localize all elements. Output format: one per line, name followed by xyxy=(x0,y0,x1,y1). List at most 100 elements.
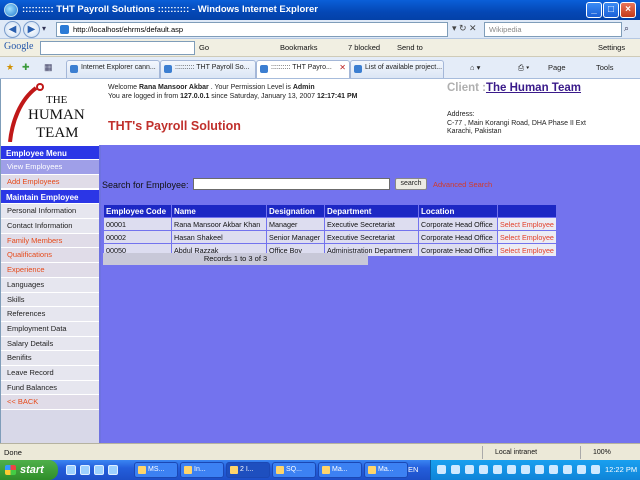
tab-bar: ★ ✚ ▦ Internet Explorer cann... ::::::::… xyxy=(0,57,640,79)
sidebar-item-references[interactable]: References xyxy=(1,307,99,322)
window-titlebar: :::::::::: THT Payroll Solutions :::::::… xyxy=(0,0,640,20)
quicklaunch-ie-icon[interactable] xyxy=(66,465,76,475)
history-dropdown-icon[interactable]: ▾ xyxy=(42,24,46,33)
sidebar-item-back[interactable]: << BACK xyxy=(1,395,99,410)
cell-name: Rana Mansoor Akbar Khan xyxy=(172,218,266,230)
send-to-button[interactable]: Send to xyxy=(397,43,423,52)
sidebar-item-leave-record[interactable]: Leave Record xyxy=(1,365,99,381)
refresh-icon[interactable]: ▾ ↻ ✕ xyxy=(452,23,477,34)
logo-text-the: THE xyxy=(46,94,68,106)
task-button-ms[interactable]: MS... xyxy=(134,462,178,478)
col-employee-code: Employee Code xyxy=(104,205,171,217)
tab-label: :::::::::: THT Payroll So... xyxy=(175,64,250,71)
sidebar-item-experience[interactable]: Experience xyxy=(1,263,99,278)
search-field[interactable]: Wikipedia xyxy=(484,22,622,37)
quicklaunch-desktop-icon[interactable] xyxy=(80,465,90,475)
back-button[interactable]: ◀ xyxy=(4,21,21,38)
tray-update-icon[interactable] xyxy=(479,465,488,474)
sidebar-item-salary-details[interactable]: Salary Details xyxy=(1,336,99,352)
close-window-button[interactable]: × xyxy=(620,2,636,18)
sidebar-item-benifits[interactable]: Benifits xyxy=(1,351,99,366)
start-button[interactable]: start xyxy=(0,460,58,480)
sidebar-item-family-members[interactable]: Family Members xyxy=(1,233,99,249)
sidebar-item-qualifications[interactable]: Qualifications xyxy=(1,248,99,264)
sidebar-item-employment-data[interactable]: Employment Data xyxy=(1,321,99,337)
home-icon[interactable]: ⌂ ▾ xyxy=(470,63,480,72)
sidebar-item-personal-information[interactable]: Personal Information xyxy=(1,204,99,220)
tray-display-icon[interactable] xyxy=(549,465,558,474)
add-favorites-icon[interactable]: ✚ xyxy=(22,62,30,73)
task-button-sql[interactable]: SQ... xyxy=(272,462,316,478)
window-title: :::::::::: THT Payroll Solutions :::::::… xyxy=(22,4,318,15)
tab-ie-cannot[interactable]: Internet Explorer cann... xyxy=(66,60,160,78)
security-zone[interactable]: Local intranet xyxy=(482,446,562,459)
quicklaunch-explorer-icon[interactable] xyxy=(94,465,104,475)
employee-search-input[interactable] xyxy=(193,178,390,190)
search-button[interactable]: search xyxy=(395,178,427,190)
client-name-link[interactable]: The Human Team xyxy=(486,82,581,94)
cell-location: Corporate Head Office xyxy=(419,244,497,256)
tray-network-icon[interactable] xyxy=(437,465,446,474)
system-tray: 12:22 PM xyxy=(430,460,640,480)
task-button-ma-1[interactable]: Ma... xyxy=(318,462,362,478)
favorites-star-icon[interactable]: ★ xyxy=(6,62,14,73)
settings-button[interactable]: Settings xyxy=(598,43,625,52)
tab-tht-payroll-active[interactable]: :::::::::: THT Payro... ✕ xyxy=(256,60,350,78)
tray-power-icon[interactable] xyxy=(577,465,586,474)
sidebar-item-add-employees[interactable]: Add Employees xyxy=(1,174,99,190)
tab-project-list[interactable]: List of available project... xyxy=(350,60,444,78)
select-employee-link[interactable]: Select Employee xyxy=(498,231,556,243)
forward-button[interactable]: ▶ xyxy=(23,21,40,38)
maximize-button[interactable]: □ xyxy=(603,2,619,18)
status-bar: Done Local intranet 100% xyxy=(0,443,640,460)
logo-text-human: HUMAN xyxy=(28,107,85,123)
url-field[interactable]: http://localhost/ehrms/default.asp xyxy=(56,22,448,37)
print-icon[interactable]: ⎙ ▾ xyxy=(518,63,529,73)
sidebar-item-fund-balances[interactable]: Fund Balances xyxy=(1,380,99,396)
client-label: Client : xyxy=(447,82,486,94)
task-button-internet[interactable]: In... xyxy=(180,462,224,478)
address-label: Address: xyxy=(447,111,475,118)
user-name: Rana Mansoor Akbar xyxy=(139,84,209,91)
close-tab-icon[interactable]: ✕ xyxy=(339,63,346,72)
address-toolbar: ◀ ▶ ▾ http://localhost/ehrms/default.asp… xyxy=(0,20,640,39)
tray-volume-icon[interactable] xyxy=(465,465,474,474)
sidebar-item-skills[interactable]: Skills xyxy=(1,292,99,308)
popup-blocked-button[interactable]: 7 blocked xyxy=(348,43,380,52)
bookmarks-button[interactable]: Bookmarks xyxy=(280,43,318,52)
maintain-employee-heading: Maintain Employee xyxy=(1,189,99,205)
sidebar-item-view-employees[interactable]: View Employees xyxy=(1,160,99,175)
minimize-button[interactable]: _ xyxy=(586,2,602,18)
google-logo: Google xyxy=(4,41,34,52)
language-indicator[interactable]: EN xyxy=(408,465,418,474)
google-go-button[interactable]: Go xyxy=(199,43,209,52)
tray-bluetooth-icon[interactable] xyxy=(563,465,572,474)
select-employee-link[interactable]: Select Employee xyxy=(498,218,556,230)
cell-designation: Senior Manager xyxy=(267,231,324,243)
col-designation: Designation xyxy=(267,205,324,217)
quicklaunch-media-icon[interactable] xyxy=(108,465,118,475)
tab-tht-payroll-1[interactable]: :::::::::: THT Payroll So... xyxy=(160,60,256,78)
tray-app-icon[interactable] xyxy=(535,465,544,474)
col-name: Name xyxy=(172,205,266,217)
tray-sql-icon[interactable] xyxy=(521,465,530,474)
tray-antivirus-icon[interactable] xyxy=(493,465,502,474)
search-go-icon[interactable]: ⌕ xyxy=(624,23,629,34)
sidebar-item-contact-information[interactable]: Contact Information xyxy=(1,219,99,234)
clock[interactable]: 12:22 PM xyxy=(605,465,637,474)
logo-text-team: TEAM xyxy=(36,125,79,141)
advanced-search-link[interactable]: Advanced Search xyxy=(433,180,492,189)
tray-security-icon[interactable] xyxy=(451,465,460,474)
select-employee-link[interactable]: Select Employee xyxy=(498,244,556,256)
page-menu[interactable]: Page xyxy=(548,63,566,72)
tray-misc-icon[interactable] xyxy=(591,465,600,474)
welcome-prefix: Welcome xyxy=(108,84,138,91)
zoom-level[interactable]: 100% xyxy=(580,446,638,459)
sidebar-item-languages[interactable]: Languages xyxy=(1,277,99,293)
google-search-input[interactable] xyxy=(40,41,195,55)
task-button-ie-group[interactable]: 2 I... xyxy=(226,462,270,478)
tools-menu[interactable]: Tools xyxy=(596,63,614,72)
task-button-ma-2[interactable]: Ma... xyxy=(364,462,408,478)
tray-messenger-icon[interactable] xyxy=(507,465,516,474)
quick-tabs-icon[interactable]: ▦ xyxy=(44,62,53,73)
